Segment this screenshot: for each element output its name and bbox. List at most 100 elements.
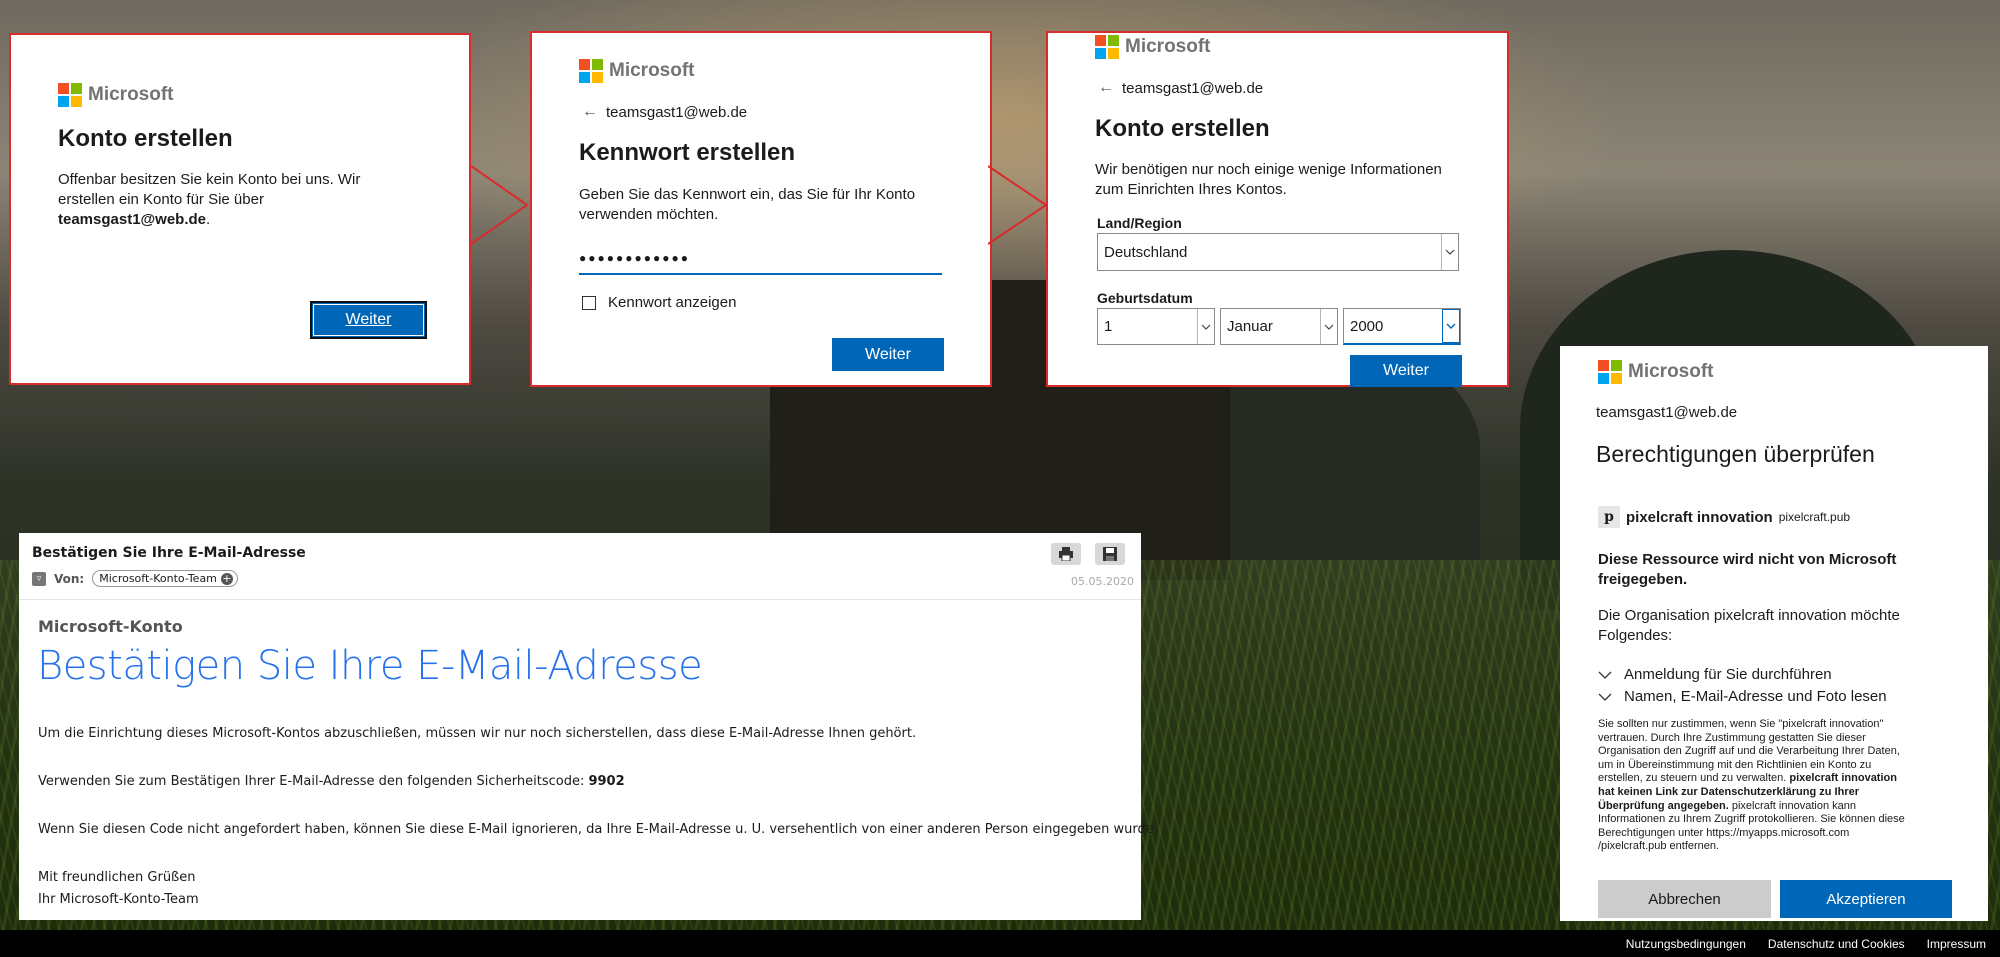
email-brand: Microsoft-Konto xyxy=(38,617,183,636)
microsoft-logo: Microsoft xyxy=(1598,360,1714,384)
country-select[interactable]: Deutschland xyxy=(1097,233,1459,271)
app-domain: pixelcraft.pub xyxy=(1778,510,1851,524)
footer-link-imprint[interactable]: Impressum xyxy=(1927,937,1986,951)
next-button[interactable]: Weiter xyxy=(310,301,427,339)
birth-month-value: Januar xyxy=(1227,318,1273,335)
fine-print-line: um in Übereinstimmung mit den Richtlinie… xyxy=(1598,758,1872,771)
accept-button[interactable]: Akzeptieren xyxy=(1780,880,1952,918)
back-link[interactable]: ← teamsgast1@web.de xyxy=(1098,79,1263,97)
description-line: teamsgast1@web.de. xyxy=(58,210,458,230)
description-line: zum Einrichten Ihres Kontos. xyxy=(1095,181,1287,198)
microsoft-logo-icon xyxy=(579,59,603,83)
birth-day-select[interactable]: 1 xyxy=(1097,308,1215,345)
consent-fine-print: Sie sollten nur zustimmen, wenn Sie "pix… xyxy=(1598,718,1983,854)
description-line: Wir benötigen nur noch einige wenige Inf… xyxy=(1095,161,1442,178)
panel-description: Offenbar besitzen Sie kein Konto bei uns… xyxy=(58,170,458,230)
add-contact-icon[interactable]: + xyxy=(220,572,233,585)
cancel-button-label: Abbrechen xyxy=(1648,890,1721,908)
show-password-checkbox[interactable] xyxy=(582,295,596,310)
account-email: teamsgast1@web.de xyxy=(58,211,207,228)
footer-link-terms[interactable]: Nutzungsbedingungen xyxy=(1626,937,1746,951)
microsoft-logo-text: Microsoft xyxy=(88,84,174,105)
next-button[interactable]: Weiter xyxy=(1350,355,1462,387)
panel-title: Konto erstellen xyxy=(1095,115,1270,142)
back-email: teamsgast1@web.de xyxy=(606,103,748,121)
chevron-down-icon xyxy=(1320,309,1337,344)
description-line: Geben Sie das Kennwort ein, das Sie für … xyxy=(579,186,916,203)
account-email: teamsgast1@web.de xyxy=(1596,404,1738,421)
unverified-warning: Diese Ressource wird nicht von Microsoft… xyxy=(1598,550,1896,590)
description-line: Offenbar besitzen Sie kein Konto bei uns… xyxy=(58,171,361,188)
sender-name: Microsoft-Konto-Team xyxy=(99,572,217,585)
back-link[interactable]: ← teamsgast1@web.de xyxy=(582,103,747,121)
accept-button-label: Akzeptieren xyxy=(1826,890,1906,908)
fine-print-text: erstellen, zu steuern und zu verwalten. xyxy=(1598,772,1790,785)
country-value: Deutschland xyxy=(1104,243,1188,261)
fine-print-text: pixelcraft innovation kann xyxy=(1728,799,1856,812)
chevron-down-icon xyxy=(1598,693,1612,701)
birthdate-label: Geburtsdatum xyxy=(1097,290,1193,306)
header-divider xyxy=(19,599,1141,600)
fine-print-line: Informationen zu Ihrem Zugriff protokoll… xyxy=(1598,813,1905,826)
app-icon: p xyxy=(1598,506,1620,528)
permission-item[interactable]: Anmeldung für Sie durchführen xyxy=(1598,666,1832,683)
next-button[interactable]: Weiter xyxy=(832,338,944,371)
flow-arrow xyxy=(988,165,1048,245)
print-button[interactable] xyxy=(1051,543,1081,565)
org-line: Folgendes: xyxy=(1598,627,1673,644)
org-line: Die Organisation pixelcraft innovation m… xyxy=(1598,607,1900,624)
fine-print-line: Sie sollten nur zustimmen, wenn Sie "pix… xyxy=(1598,718,1884,730)
code-intro: Verwenden Sie zum Bestätigen Ihrer E-Mai… xyxy=(38,774,589,789)
country-label: Land/Region xyxy=(1097,215,1182,231)
cancel-button[interactable]: Abbrechen xyxy=(1598,880,1771,918)
back-arrow-icon: ← xyxy=(1098,79,1114,96)
fine-print-bold: pixelcraft innovation xyxy=(1789,772,1897,785)
sender-row: ▿ Von: Microsoft-Konto-Team + xyxy=(32,570,238,587)
back-arrow-icon: ← xyxy=(582,103,598,120)
microsoft-logo-icon xyxy=(1095,35,1119,59)
save-icon xyxy=(1103,547,1117,561)
next-button-label: Weiter xyxy=(865,345,911,363)
footer-link-privacy[interactable]: Datenschutz und Cookies xyxy=(1768,937,1905,951)
permission-label: Anmeldung für Sie durchführen xyxy=(1624,666,1832,683)
chevron-down-icon xyxy=(1197,309,1214,344)
fine-print-bold: Überprüfung angegeben. xyxy=(1598,799,1729,812)
verification-email: Bestätigen Sie Ihre E-Mail-Adresse ▿ Von… xyxy=(19,533,1158,920)
email-date: 05.05.2020 xyxy=(1071,575,1134,588)
email-paragraph: Verwenden Sie zum Bestätigen Ihrer E-Mai… xyxy=(38,774,625,789)
printer-icon xyxy=(1059,547,1073,561)
email-subject: Bestätigen Sie Ihre E-Mail-Adresse xyxy=(32,545,306,561)
microsoft-logo: Microsoft xyxy=(1095,35,1211,59)
description-line: verwenden möchten. xyxy=(579,206,719,223)
panel-title: Berechtigungen überprüfen xyxy=(1596,441,1875,467)
collapse-icon[interactable]: ▿ xyxy=(32,571,46,586)
next-button-label: Weiter xyxy=(1383,362,1429,379)
microsoft-logo-icon xyxy=(58,83,82,107)
birth-year-select[interactable]: 2000 xyxy=(1343,308,1461,345)
description-line: erstellen ein Konto für Sie über xyxy=(58,191,264,208)
permission-item[interactable]: Namen, E-Mail-Adresse und Foto lesen xyxy=(1598,688,1887,705)
next-button-label: Weiter xyxy=(345,311,392,328)
microsoft-logo: Microsoft xyxy=(579,59,695,83)
email-paragraph: Wenn Sie diesen Code nicht angefordert h… xyxy=(38,822,1158,837)
panel-description: Wir benötigen nur noch einige wenige Inf… xyxy=(1095,160,1505,200)
app-name: pixelcraft innovation xyxy=(1626,508,1773,526)
page-footer: Nutzungsbedingungen Datenschutz und Cook… xyxy=(0,930,2000,957)
birth-month-select[interactable]: Januar xyxy=(1220,308,1338,345)
fine-print-line: Überprüfung angegeben. pixelcraft innova… xyxy=(1598,800,1983,814)
security-code: 9902 xyxy=(588,774,625,789)
email-heading: Bestätigen Sie Ihre E-Mail-Adresse xyxy=(37,643,703,689)
sender-chip[interactable]: Microsoft-Konto-Team + xyxy=(92,570,238,587)
permissions-consent-panel: Microsoft teamsgast1@web.de Berechtigung… xyxy=(1560,346,1988,921)
account-details-panel: Microsoft ← teamsgast1@web.de Konto erst… xyxy=(1046,31,1509,387)
password-input[interactable]: ●●●●●●●●●●●● xyxy=(579,243,942,275)
fine-print-line: /pixelcraft.pub entfernen. xyxy=(1598,840,1720,853)
app-row: p pixelcraft innovation pixelcraft.pub xyxy=(1598,506,1850,528)
create-account-panel: Microsoft Konto erstellen Offenbar besit… xyxy=(9,33,471,385)
chevron-down-icon xyxy=(1441,234,1458,270)
microsoft-logo-text: Microsoft xyxy=(1628,361,1714,382)
show-password-row[interactable]: Kennwort anzeigen xyxy=(582,294,736,311)
fine-print-line: hat keinen Link zur Datenschutzerklärung… xyxy=(1598,786,1983,800)
fine-print-bold: hat keinen Link zur Datenschutzerklärung… xyxy=(1598,785,1859,798)
save-button[interactable] xyxy=(1095,543,1125,565)
